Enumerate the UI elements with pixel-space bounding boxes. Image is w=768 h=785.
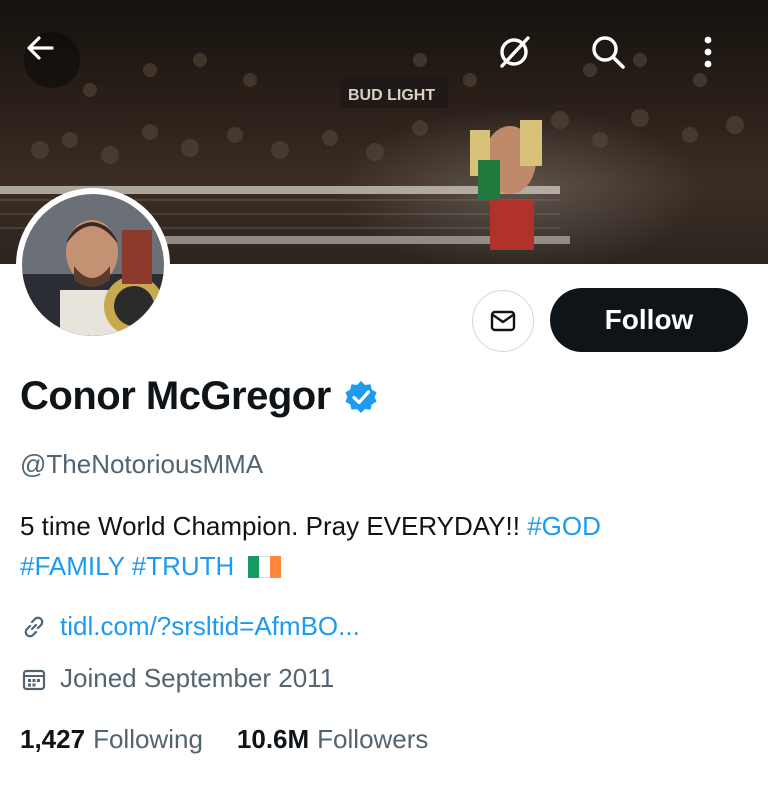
profile-joined: Joined September 2011 (60, 663, 335, 693)
profile-link[interactable]: tidl.com/?srsltid=AfmBO... (60, 611, 360, 642)
hashtag-truth[interactable]: #TRUTH (132, 551, 235, 581)
profile-name: Conor McGregor (20, 374, 331, 418)
followers-label: Followers (317, 724, 429, 754)
search-button[interactable] (588, 32, 636, 88)
back-button[interactable] (24, 32, 80, 88)
profile-link-row: tidl.com/?srsltid=AfmBO... (20, 611, 360, 642)
more-vertical-icon (704, 36, 712, 68)
arrow-left-icon (27, 36, 54, 60)
profile-handle: @TheNotoriousMMA (20, 449, 264, 479)
hashtag-god[interactable]: #GOD (527, 511, 601, 541)
search-icon (592, 36, 625, 69)
followers-link[interactable]: 10.6M Followers (237, 724, 429, 755)
bio-text: 5 time World Champion. Pray EVERYDAY!! (20, 511, 520, 541)
calendar-icon (22, 669, 46, 690)
link-icon (24, 616, 44, 637)
profile-name-row: Conor McGregor (20, 374, 379, 419)
hashtag-family[interactable]: #FAMILY (20, 551, 125, 581)
following-link[interactable]: 1,427 Following (20, 724, 203, 755)
profile-stats: 1,427 Following 10.6M Followers (20, 724, 462, 755)
envelope-icon (490, 310, 516, 332)
follow-button[interactable]: Follow (550, 288, 748, 352)
slashed-circle-icon (500, 36, 530, 68)
profile-joined-row: Joined September 2011 (20, 663, 334, 694)
message-button[interactable] (472, 290, 534, 352)
following-label: Following (93, 724, 203, 754)
grok-button[interactable] (494, 32, 542, 88)
more-button[interactable] (688, 32, 736, 88)
irish-flag-icon (247, 556, 281, 578)
avatar-image (22, 194, 164, 336)
banner-sign-text: BUD LIGHT (348, 87, 435, 104)
profile-bio: 5 time World Champion. Pray EVERYDAY!! #… (20, 506, 740, 586)
following-count: 1,427 (20, 724, 86, 754)
followers-count: 10.6M (236, 724, 310, 754)
verified-badge-icon[interactable] (343, 379, 379, 415)
avatar[interactable] (16, 188, 170, 342)
